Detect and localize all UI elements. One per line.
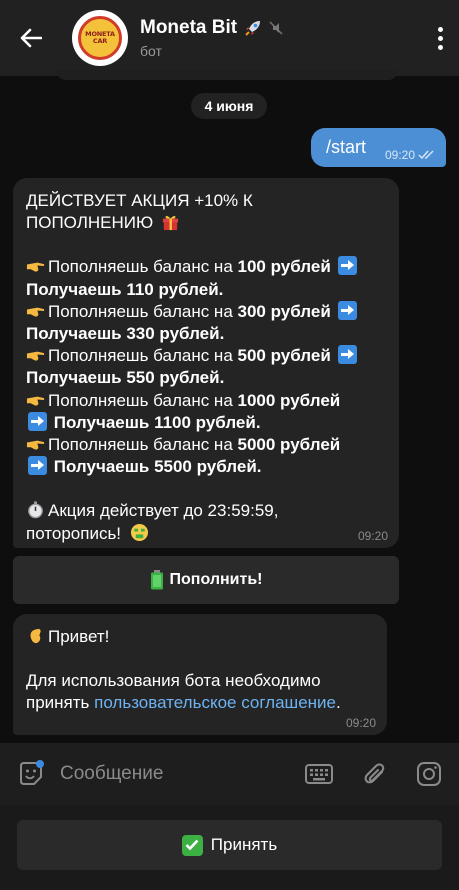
user-agreement-link[interactable]: пользовательское соглашение [94, 693, 336, 712]
right-arrow-icon [337, 300, 357, 320]
right-arrow-icon [337, 345, 357, 365]
promo-headline-1: ДЕЙСТВУЕТ АКЦИЯ +10% К [26, 191, 253, 210]
date-separator: 4 июня [191, 93, 267, 119]
accept-button[interactable]: Принять [17, 820, 442, 870]
incoming-message-promo[interactable]: ДЕЙСТВУЕТ АКЦИЯ +10% К ПОПОЛНЕНИЮ Пополн… [13, 178, 399, 548]
offer-line: Пополняешь баланс на 5000 рублей [26, 434, 386, 456]
offer-line: Пополняешь баланс на 500 рублей [26, 345, 386, 367]
topup-button-label: Пополнить! [169, 571, 263, 588]
stopwatch-icon [28, 501, 43, 519]
backhand-pointing-right-icon [26, 263, 45, 272]
welcome-body-2-prefix: принять [26, 693, 90, 713]
welcome-body-1: Для использования бота необходимо [26, 671, 321, 691]
offer-amount: 500 рублей [237, 346, 331, 366]
dot [437, 35, 443, 41]
promo-headline-2: ПОПОЛНЕНИЮ [26, 213, 154, 233]
backhand-pointing-right-icon [26, 351, 45, 361]
topup-button[interactable]: Пополнить! [13, 556, 399, 604]
offer-result-line: Получаешь 110 рублей. [26, 279, 386, 301]
promo-footer-1-row: Акция действует до 23:59:59, [26, 500, 386, 522]
greeting-text: Привет! [48, 627, 110, 646]
offer-lead: Пополняешь баланс на [48, 346, 233, 366]
offer-result: Получаешь 110 рублей. [26, 279, 224, 299]
camera-icon [417, 762, 441, 786]
offer-result: Получаешь 330 рублей. [26, 324, 225, 344]
message-time: 09:20 [357, 529, 388, 543]
muted-bell-icon [269, 21, 283, 35]
right-arrow-icon [337, 256, 357, 276]
rocket-icon [245, 21, 261, 36]
message-time: 09:20 [345, 716, 376, 730]
arrow-left-icon [20, 28, 42, 48]
backhand-pointing-right-icon [26, 396, 45, 406]
chat-header: MONETA CAR Moneta Bit бот [0, 0, 459, 76]
offer-lead: Пополняешь баланс на [48, 257, 233, 277]
offer-result: Получаешь 1100 рублей. [53, 412, 261, 432]
check-mark-icon [181, 834, 203, 856]
promo-footer-2: поторопись! [26, 523, 122, 543]
offer-amount: 100 рублей [237, 257, 331, 277]
offer-result-line: Получаешь 1100 рублей. [26, 411, 386, 434]
offer-lead: Пополняешь баланс на [48, 301, 233, 321]
offer-result-line: Получаешь 330 рублей. [26, 323, 386, 345]
avatar-logo: MONETA CAR [78, 16, 122, 60]
more-menu-button[interactable] [433, 22, 447, 54]
offer-lead: Пополняешь баланс на [48, 435, 233, 455]
avatar[interactable]: MONETA CAR [72, 10, 128, 66]
backhand-pointing-right-icon [26, 307, 45, 317]
pinned-strip [56, 70, 398, 80]
camera-button[interactable] [414, 759, 444, 789]
back-button[interactable] [0, 0, 62, 76]
offer-line: Пополняешь баланс на 100 рублей [26, 256, 386, 278]
dot [437, 26, 443, 32]
offer-amount: 5000 рублей [237, 435, 341, 455]
sticker-icon [20, 760, 44, 785]
offer-lead: Пополняешь баланс на [48, 390, 233, 410]
welcome-body-2-row: принять пользовательское соглашение. [26, 692, 374, 714]
offer-amount: 1000 рублей [237, 390, 341, 410]
offer-result: Получаешь 5500 рублей. [53, 457, 262, 477]
chat-subtitle: бот [140, 43, 162, 59]
promo-footer-2-row: поторопись! [26, 523, 386, 545]
right-arrow-icon [28, 411, 47, 431]
promo-footer-1: Акция действует до 23:59:59, [48, 501, 279, 521]
keyboard-icon [305, 764, 333, 784]
double-check-icon [418, 150, 434, 160]
chat-title-block[interactable]: Moneta Bit бот [140, 17, 283, 59]
keyboard-button[interactable] [304, 759, 334, 789]
battery-icon [150, 570, 163, 590]
backhand-pointing-right-icon [26, 440, 45, 450]
welcome-body-2-suffix: . [335, 693, 341, 713]
message-input[interactable]: Сообщение [60, 763, 163, 785]
avatar-logo-text-2: CAR [92, 37, 108, 45]
message-composer: Сообщение [0, 743, 459, 805]
outgoing-message[interactable]: /start 09:20 [311, 128, 446, 167]
chat-title: Moneta Bit [140, 17, 238, 38]
message-meta: 09:20 [385, 148, 436, 162]
offer-list: Пополняешь баланс на 100 рублей Получаеш… [26, 256, 386, 478]
offer-result-line: Получаешь 550 рублей. [26, 367, 386, 389]
offer-amount: 300 рублей [237, 301, 331, 321]
right-arrow-icon [28, 456, 47, 476]
gift-icon [162, 216, 178, 231]
accept-button-label: Принять [210, 835, 278, 854]
message-time: 09:20 [384, 148, 415, 162]
incoming-message-welcome[interactable]: Привет! Для использования бота необходим… [13, 614, 387, 735]
paperclip-icon [364, 763, 385, 784]
offer-result-line: Получаешь 5500 рублей. [26, 456, 386, 478]
dot [437, 44, 443, 50]
outgoing-text: /start [326, 137, 367, 157]
attach-button[interactable] [360, 759, 390, 789]
waving-hand-icon [30, 628, 41, 644]
greeting-row: Привет! [26, 626, 374, 648]
money-mouth-face-icon [130, 523, 148, 541]
promo-headline-row: ПОПОЛНЕНИЮ [26, 212, 386, 234]
offer-line: Пополняешь баланс на 1000 рублей [26, 390, 386, 412]
offer-result: Получаешь 550 рублей. [26, 368, 225, 388]
offer-line: Пополняешь баланс на 300 рублей [26, 300, 386, 323]
sticker-button[interactable] [16, 759, 46, 789]
